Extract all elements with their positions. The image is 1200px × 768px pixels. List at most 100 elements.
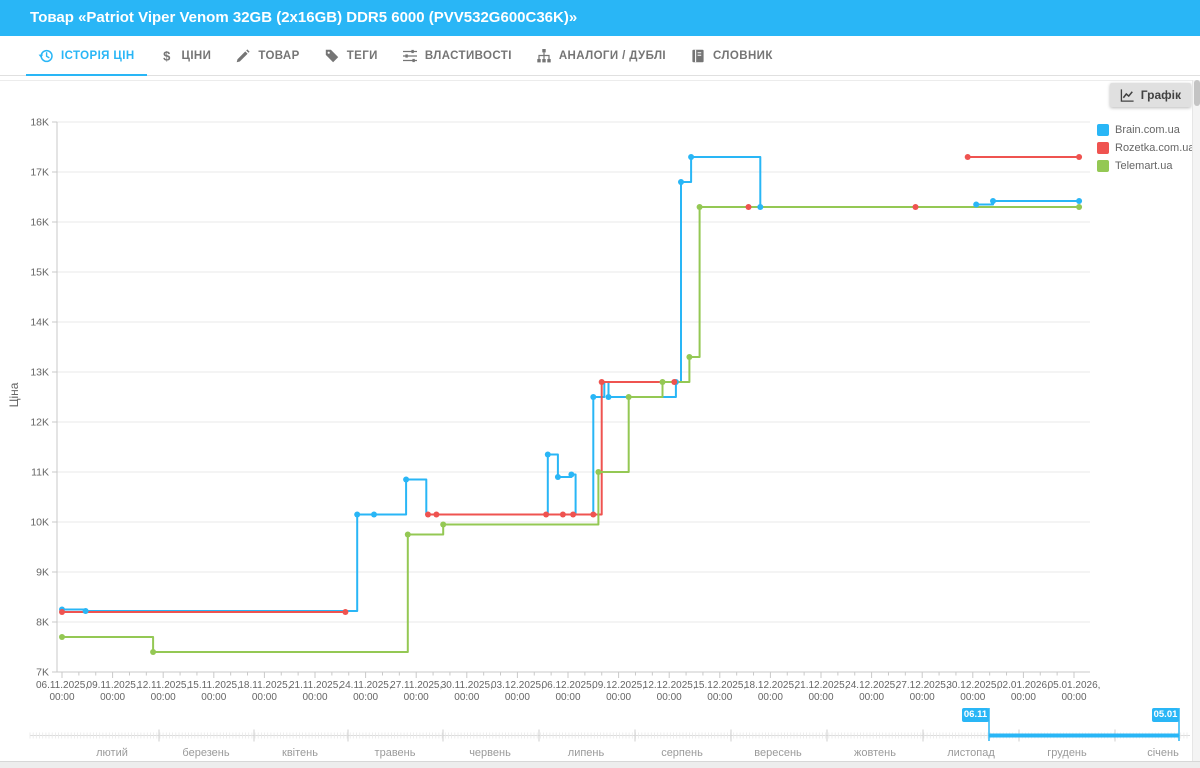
svg-text:00:00: 00:00 — [910, 692, 935, 703]
navigator-end-handle[interactable]: 05.01 — [1152, 708, 1179, 722]
svg-text:27.12.2025,: 27.12.2025, — [896, 680, 949, 691]
tab-price-history[interactable]: ІСТОРІЯ ЦІН — [26, 36, 147, 75]
chart-button-label: Графік — [1141, 88, 1181, 102]
vertical-scrollbar[interactable] — [1192, 80, 1200, 761]
svg-text:21.11.2025,: 21.11.2025, — [289, 680, 341, 691]
svg-text:12.12.2025,: 12.12.2025, — [643, 680, 696, 691]
svg-text:09.12.2025,: 09.12.2025, — [592, 680, 645, 691]
navigator-month-label: грудень — [1047, 747, 1086, 759]
svg-text:00:00: 00:00 — [1011, 692, 1036, 703]
history-icon — [38, 48, 54, 64]
tab-label: АНАЛОГИ / ДУБЛІ — [559, 50, 666, 62]
svg-text:18K: 18K — [30, 117, 49, 129]
svg-text:30.12.2025,: 30.12.2025, — [946, 680, 999, 691]
svg-text:00:00: 00:00 — [252, 692, 277, 703]
svg-text:24.11.2025,: 24.11.2025, — [340, 680, 392, 691]
tab-tags[interactable]: ТЕГИ — [312, 36, 390, 75]
navigator-months: лютийберезеньквітеньтравеньчервеньлипень… — [0, 0, 1200, 768]
legend-item[interactable]: Telemart.ua — [1097, 157, 1194, 175]
svg-text:$: $ — [163, 48, 171, 63]
sliders-icon — [402, 48, 418, 64]
pencil-icon — [235, 48, 251, 64]
navigator-month-label: червень — [469, 747, 511, 759]
svg-text:12.11.2025,: 12.11.2025, — [137, 680, 189, 691]
legend-item[interactable]: Brain.com.ua — [1097, 121, 1194, 139]
svg-text:12K: 12K — [30, 417, 49, 429]
svg-text:00:00: 00:00 — [49, 692, 74, 703]
svg-text:30.11.2025,: 30.11.2025, — [441, 680, 493, 691]
series-label: Telemart.ua — [1115, 160, 1172, 172]
svg-text:05.01.2026,: 05.01.2026, — [1048, 680, 1101, 691]
svg-text:00:00: 00:00 — [657, 692, 682, 703]
svg-text:00:00: 00:00 — [1061, 692, 1086, 703]
svg-text:17K: 17K — [30, 167, 49, 179]
chart-view-button[interactable]: Графік — [1110, 83, 1191, 107]
dollar-icon: $ — [159, 48, 175, 64]
tab-label: СЛОВНИК — [713, 50, 773, 62]
navigator-month-label: квітень — [282, 747, 318, 759]
svg-text:00:00: 00:00 — [808, 692, 833, 703]
price-history-chart[interactable]: 7K8K9K10K11K12K13K14K15K16K17K18K06.11.2… — [0, 0, 1200, 768]
svg-text:13K: 13K — [30, 367, 49, 379]
tab-product[interactable]: ТОВАР — [223, 36, 311, 75]
svg-text:11K: 11K — [31, 467, 49, 479]
svg-text:14K: 14K — [30, 317, 49, 329]
svg-text:15.11.2025,: 15.11.2025, — [188, 680, 240, 691]
tab-dictionary[interactable]: СЛОВНИК — [678, 36, 785, 75]
svg-text:00:00: 00:00 — [505, 692, 530, 703]
svg-text:00:00: 00:00 — [404, 692, 429, 703]
hierarchy-icon — [536, 48, 552, 64]
svg-text:18.11.2025,: 18.11.2025, — [238, 680, 290, 691]
svg-text:15K: 15K — [30, 267, 49, 279]
page-title: Товар «Patriot Viper Venom 32GB (2x16GB)… — [0, 0, 1200, 36]
navigator-month-label: жовтень — [854, 747, 896, 759]
series-swatch — [1097, 160, 1109, 172]
navigator-month-label: січень — [1147, 747, 1179, 759]
scrollbar-thumb[interactable] — [1194, 80, 1200, 106]
tab-label: ТЕГИ — [347, 50, 378, 62]
bottom-scroll-strip[interactable] — [0, 761, 1200, 768]
svg-text:9K: 9K — [36, 567, 49, 579]
tab-prices[interactable]: $ ЦІНИ — [147, 36, 224, 75]
book-icon — [690, 48, 706, 64]
svg-text:00:00: 00:00 — [707, 692, 732, 703]
app-header: Товар «Patriot Viper Venom 32GB (2x16GB)… — [0, 0, 1200, 36]
navigator-month-label: листопад — [947, 747, 995, 759]
svg-text:7K: 7K — [36, 667, 49, 679]
svg-text:02.01.2026,: 02.01.2026, — [997, 680, 1050, 691]
navigator-month-label: серпень — [661, 747, 703, 759]
navigator-month-label: лютий — [96, 747, 128, 759]
tab-label: ІСТОРІЯ ЦІН — [61, 50, 135, 62]
svg-text:00:00: 00:00 — [960, 692, 985, 703]
svg-text:24.12.2025,: 24.12.2025, — [845, 680, 898, 691]
svg-text:21.12.2025,: 21.12.2025, — [795, 680, 848, 691]
tab-properties[interactable]: ВЛАСТИВОСТІ — [390, 36, 524, 75]
navigator-month-label: вересень — [754, 747, 802, 759]
legend-item[interactable]: Rozetka.com.ua — [1097, 139, 1194, 157]
svg-text:06.12.2025,: 06.12.2025, — [542, 680, 595, 691]
navigator-selected-range[interactable] — [989, 731, 1179, 740]
svg-text:00:00: 00:00 — [454, 692, 479, 703]
svg-text:18.12.2025,: 18.12.2025, — [744, 680, 797, 691]
tag-icon — [324, 48, 340, 64]
tab-label: ТОВАР — [258, 50, 299, 62]
series-swatch — [1097, 124, 1109, 136]
y-axis-title: Ціна — [7, 365, 21, 425]
svg-text:00:00: 00:00 — [758, 692, 783, 703]
svg-text:03.12.2025,: 03.12.2025, — [491, 680, 544, 691]
navigator-month-label: травень — [375, 747, 416, 759]
svg-text:00:00: 00:00 — [555, 692, 580, 703]
svg-text:00:00: 00:00 — [302, 692, 327, 703]
svg-text:00:00: 00:00 — [100, 692, 125, 703]
chart-legend: Brain.com.ua Rozetka.com.ua Telemart.ua — [1097, 121, 1194, 175]
svg-text:16K: 16K — [30, 217, 49, 229]
svg-text:27.11.2025,: 27.11.2025, — [390, 680, 442, 691]
panel-divider — [0, 80, 1200, 81]
svg-text:00:00: 00:00 — [151, 692, 176, 703]
tab-analogs-duplicates[interactable]: АНАЛОГИ / ДУБЛІ — [524, 36, 678, 75]
series-swatch — [1097, 142, 1109, 154]
tab-label: ЦІНИ — [182, 50, 212, 62]
navigator-start-handle[interactable]: 06.11 — [962, 708, 989, 722]
series-label: Rozetka.com.ua — [1115, 142, 1194, 154]
svg-text:8K: 8K — [36, 617, 49, 629]
